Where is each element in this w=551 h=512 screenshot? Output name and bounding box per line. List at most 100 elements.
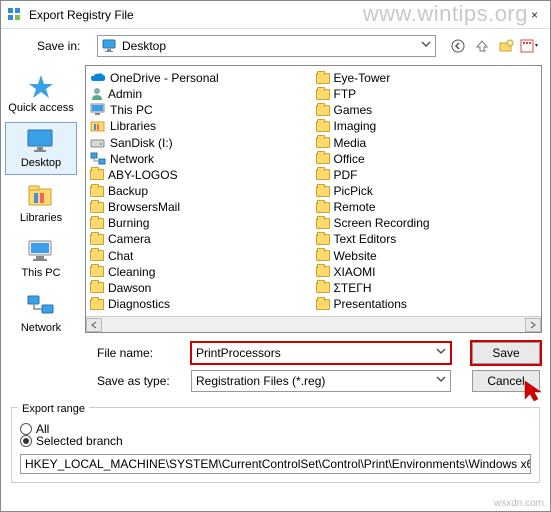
folder-icon — [90, 169, 104, 180]
folder-icon — [316, 89, 330, 100]
folder-icon — [316, 121, 330, 132]
item-name: FTP — [334, 87, 357, 101]
place-label: Libraries — [20, 212, 62, 224]
file-pane: OneDrive - PersonalAdminThis PCLibraries… — [85, 65, 542, 333]
file-name-input[interactable]: PrintProcessors — [191, 342, 451, 364]
list-item[interactable]: PDF — [314, 167, 540, 183]
list-item[interactable]: Backup — [88, 183, 314, 199]
network-icon — [25, 292, 57, 320]
folder-icon — [90, 282, 104, 293]
main-area: Quick accessDesktopLibrariesThis PCNetwo… — [1, 65, 550, 333]
scroll-left-button[interactable] — [86, 318, 102, 332]
item-name: OneDrive - Personal — [110, 71, 219, 85]
list-item[interactable]: Remote — [314, 199, 540, 215]
list-item[interactable]: Camera — [88, 231, 314, 247]
place-desktop[interactable]: Desktop — [5, 122, 77, 175]
list-item[interactable]: ABY-LOGOS — [88, 167, 314, 183]
place-libraries[interactable]: Libraries — [5, 177, 77, 230]
item-name: Text Editors — [334, 232, 397, 246]
desktop-small-icon — [102, 39, 118, 53]
place-network[interactable]: Network — [5, 287, 77, 340]
list-item[interactable]: This PC — [88, 102, 314, 118]
item-name: Dawson — [108, 281, 151, 295]
place-this-pc[interactable]: This PC — [5, 232, 77, 285]
place-label: Network — [21, 322, 61, 334]
folder-icon — [90, 299, 104, 310]
save-in-label: Save in: — [37, 39, 91, 53]
list-item[interactable]: Office — [314, 151, 540, 167]
app-icon — [7, 7, 23, 23]
radio-all[interactable] — [20, 423, 32, 435]
back-button[interactable] — [448, 36, 468, 56]
list-item[interactable]: Chat — [88, 248, 314, 264]
places-bar: Quick accessDesktop Libraries This PC Netwo… — [1, 65, 81, 333]
list-item[interactable]: FTP — [314, 86, 540, 102]
this-pc-icon — [25, 237, 57, 265]
file-list[interactable]: OneDrive - PersonalAdminThis PCLibraries… — [86, 66, 541, 316]
list-item[interactable]: Media — [314, 135, 540, 151]
item-name: Presentations — [334, 297, 407, 311]
save-in-row: Save in: Desktop — [1, 29, 550, 65]
chevron-down-icon — [436, 346, 446, 356]
close-button[interactable]: × — [525, 8, 544, 22]
file-name-row: File name: PrintProcessors Save — [97, 339, 540, 367]
list-item[interactable]: ΣΤΕΓΗ — [314, 280, 540, 296]
export-range-group: Export range All Selected branch HKEY_LO… — [11, 407, 540, 483]
up-button[interactable] — [472, 36, 492, 56]
list-item[interactable]: Presentations — [314, 296, 540, 312]
list-item[interactable]: Imaging — [314, 118, 540, 134]
list-item[interactable]: Libraries — [88, 118, 314, 134]
item-name: Website — [334, 249, 377, 263]
cancel-button[interactable]: Cancel — [472, 370, 540, 392]
list-item[interactable]: Diagnostics — [88, 296, 314, 312]
list-item[interactable]: Network — [88, 151, 314, 167]
list-item[interactable]: Eye-Tower — [314, 70, 540, 86]
save-button[interactable]: Save — [472, 342, 540, 364]
save-in-combo[interactable]: Desktop — [97, 35, 436, 57]
folder-icon — [90, 266, 104, 277]
save-as-type-combo[interactable]: Registration Files (*.reg) — [191, 370, 451, 392]
list-item[interactable]: Dawson — [88, 280, 314, 296]
branch-path-input[interactable]: HKEY_LOCAL_MACHINE\SYSTEM\CurrentControl… — [20, 454, 531, 474]
radio-selected-branch[interactable] — [20, 435, 32, 447]
list-item[interactable]: BrowsersMail — [88, 199, 314, 215]
titlebar: Export Registry File × — [1, 1, 550, 29]
place-quick-access[interactable]: Quick access — [5, 67, 77, 120]
folder-icon — [316, 299, 330, 310]
list-item[interactable]: Screen Recording — [314, 215, 540, 231]
item-name: Remote — [334, 200, 376, 214]
folder-icon — [90, 218, 104, 229]
folder-icon — [316, 153, 330, 164]
onedrive-icon — [90, 72, 106, 84]
list-item[interactable]: Games — [314, 102, 540, 118]
list-item[interactable]: PicPick — [314, 183, 540, 199]
item-name: Camera — [108, 232, 151, 246]
desktop-icon — [25, 127, 57, 155]
list-item[interactable]: Website — [314, 248, 540, 264]
list-item[interactable]: Burning — [88, 215, 314, 231]
views-button[interactable] — [520, 36, 540, 56]
list-item[interactable]: XIAOMI — [314, 264, 540, 280]
list-item[interactable]: SanDisk (I:) — [88, 135, 314, 151]
save-as-type-value: Registration Files (*.reg) — [196, 374, 325, 388]
branch-path-value: HKEY_LOCAL_MACHINE\SYSTEM\CurrentControl… — [25, 457, 531, 471]
save-in-value: Desktop — [122, 39, 166, 53]
new-folder-button[interactable] — [496, 36, 516, 56]
scroll-right-button[interactable] — [525, 318, 541, 332]
folder-icon — [316, 218, 330, 229]
radio-selected-branch-row[interactable]: Selected branch — [20, 432, 531, 450]
scroll-track[interactable] — [102, 318, 525, 332]
folder-icon — [316, 250, 330, 261]
item-name: Screen Recording — [334, 216, 430, 230]
list-item[interactable]: Text Editors — [314, 231, 540, 247]
file-name-label: File name: — [97, 346, 183, 360]
folder-icon — [90, 250, 104, 261]
list-item[interactable]: Cleaning — [88, 264, 314, 280]
folder-icon — [90, 186, 104, 197]
item-name: Imaging — [334, 119, 377, 133]
folder-icon — [316, 73, 330, 84]
list-item[interactable]: OneDrive - Personal — [88, 70, 314, 86]
list-item[interactable]: Admin — [88, 86, 314, 102]
item-name: Media — [334, 136, 367, 150]
horizontal-scrollbar[interactable] — [86, 316, 541, 332]
